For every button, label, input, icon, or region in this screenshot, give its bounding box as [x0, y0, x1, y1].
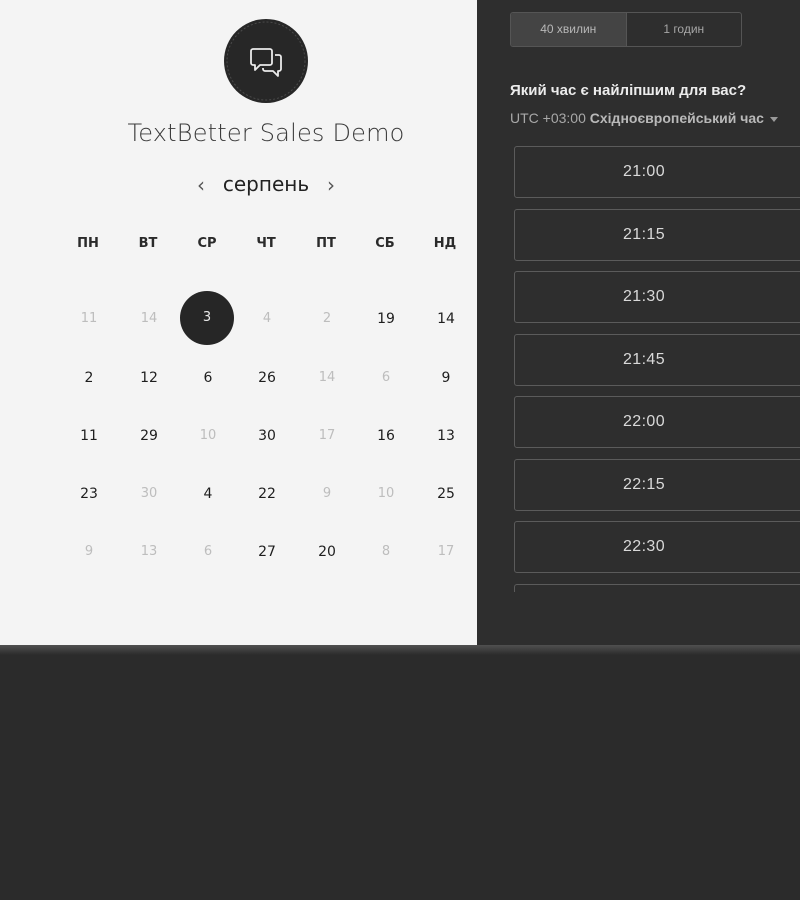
time-slot-button[interactable]: 21:45 — [514, 334, 800, 386]
calendar-day: 11 — [80, 311, 98, 326]
calendar-day: 14 — [318, 370, 336, 385]
calendar-day-selected[interactable]: 3 — [180, 291, 234, 345]
time-slot-button[interactable]: 22:15 — [514, 459, 800, 511]
calendar-day[interactable]: 30 — [247, 422, 287, 450]
calendar-day[interactable]: 9 — [426, 364, 466, 392]
duration-tab[interactable]: 40 хвилин — [511, 13, 627, 46]
chevron-left-icon[interactable]: ‹ — [193, 172, 209, 198]
calendar-day: 10 — [377, 486, 395, 501]
time-question-heading: Який час є найліпшим для вас? — [510, 82, 747, 99]
calendar-day[interactable]: 27 — [247, 538, 287, 566]
weekday-label: ВТ — [138, 236, 158, 251]
weekday-label: ЧТ — [256, 236, 276, 251]
time-slot-button[interactable]: 22:00 — [514, 396, 800, 448]
time-slot-label: 21:15 — [622, 226, 666, 243]
time-slot-partial — [514, 584, 800, 592]
calendar-day[interactable]: 6 — [188, 364, 228, 392]
weekday-label: СР — [197, 236, 217, 251]
timezone-offset: UTC +03:00 — [510, 110, 586, 126]
weekday-label: НД — [433, 236, 457, 251]
calendar-day: 17 — [318, 428, 336, 443]
chevron-right-icon[interactable]: › — [323, 172, 339, 198]
time-slot-label: 22:30 — [622, 538, 666, 555]
calendar-day: 8 — [381, 544, 391, 559]
calendar-panel: TextBetter Sales Demo ‹ серпень › ПН ВТ СР… — [0, 0, 477, 645]
caret-down-icon — [769, 116, 778, 122]
timezone-name: Східноєвропейський час — [589, 110, 764, 126]
time-slot-label: 21:45 — [622, 351, 666, 368]
month-navigation: ‹ серпень › — [0, 170, 532, 202]
calendar-day: 6 — [381, 370, 391, 385]
calendar-day: 9 — [322, 486, 332, 501]
calendar-day[interactable]: 2 — [69, 364, 109, 392]
calendar-day: 6 — [203, 544, 213, 559]
time-slot-panel: 40 хвилин 1 годин Який час є найліпшим дл… — [477, 0, 800, 645]
calendar-day[interactable]: 4 — [188, 480, 228, 508]
time-slot-label: 21:00 — [622, 163, 666, 180]
page-title: TextBetter Sales Demo — [127, 119, 405, 147]
time-slot-label: 22:15 — [622, 476, 666, 493]
duration-selector: 40 хвилин 1 годин — [510, 12, 742, 47]
time-slot-button[interactable]: 21:15 — [514, 209, 800, 261]
timezone-selector[interactable]: UTC +03:00 Східноєвропейський час — [510, 110, 778, 126]
calendar-day[interactable]: 16 — [366, 422, 406, 450]
chat-bubbles-icon — [224, 19, 308, 103]
calendar-day: 4 — [262, 311, 272, 326]
calendar-day: 17 — [437, 544, 455, 559]
calendar-day: 30 — [140, 486, 158, 501]
calendar-day: 14 — [140, 311, 158, 326]
calendar-day: 2 — [322, 311, 332, 326]
calendar-day[interactable]: 25 — [426, 480, 466, 508]
time-slot-button[interactable]: 22:30 — [514, 521, 800, 573]
weekday-header: ПН ВТ СР ЧТ ПТ СБ НД — [0, 236, 477, 256]
page-background — [0, 645, 800, 900]
calendar-day[interactable]: 14 — [426, 305, 466, 333]
calendar-day[interactable]: 13 — [426, 422, 466, 450]
calendar-day: 13 — [140, 544, 158, 559]
calendar-day: 10 — [199, 428, 217, 443]
month-label: серпень — [222, 172, 310, 196]
weekday-label: СБ — [375, 236, 395, 251]
calendar-day[interactable]: 12 — [129, 364, 169, 392]
calendar-day: 9 — [84, 544, 94, 559]
calendar-day[interactable]: 20 — [307, 538, 347, 566]
time-slot-label: 21:30 — [622, 288, 666, 305]
calendar-day[interactable]: 23 — [69, 480, 109, 508]
calendar-day[interactable]: 19 — [366, 305, 406, 333]
calendar-day[interactable]: 22 — [247, 480, 287, 508]
calendar-day[interactable]: 11 — [69, 422, 109, 450]
time-slot-button[interactable]: 21:30 — [514, 271, 800, 323]
calendar-day[interactable]: 26 — [247, 364, 287, 392]
time-slot-label: 22:00 — [622, 413, 666, 430]
weekday-label: ПТ — [316, 236, 336, 251]
duration-tab[interactable]: 1 годин — [627, 13, 742, 46]
calendar-day[interactable]: 29 — [129, 422, 169, 450]
booking-page: TextBetter Sales Demo ‹ серпень › ПН ВТ СР… — [0, 0, 800, 900]
weekday-label: ПН — [77, 236, 99, 251]
time-slot-button[interactable]: 21:00 — [514, 146, 800, 198]
